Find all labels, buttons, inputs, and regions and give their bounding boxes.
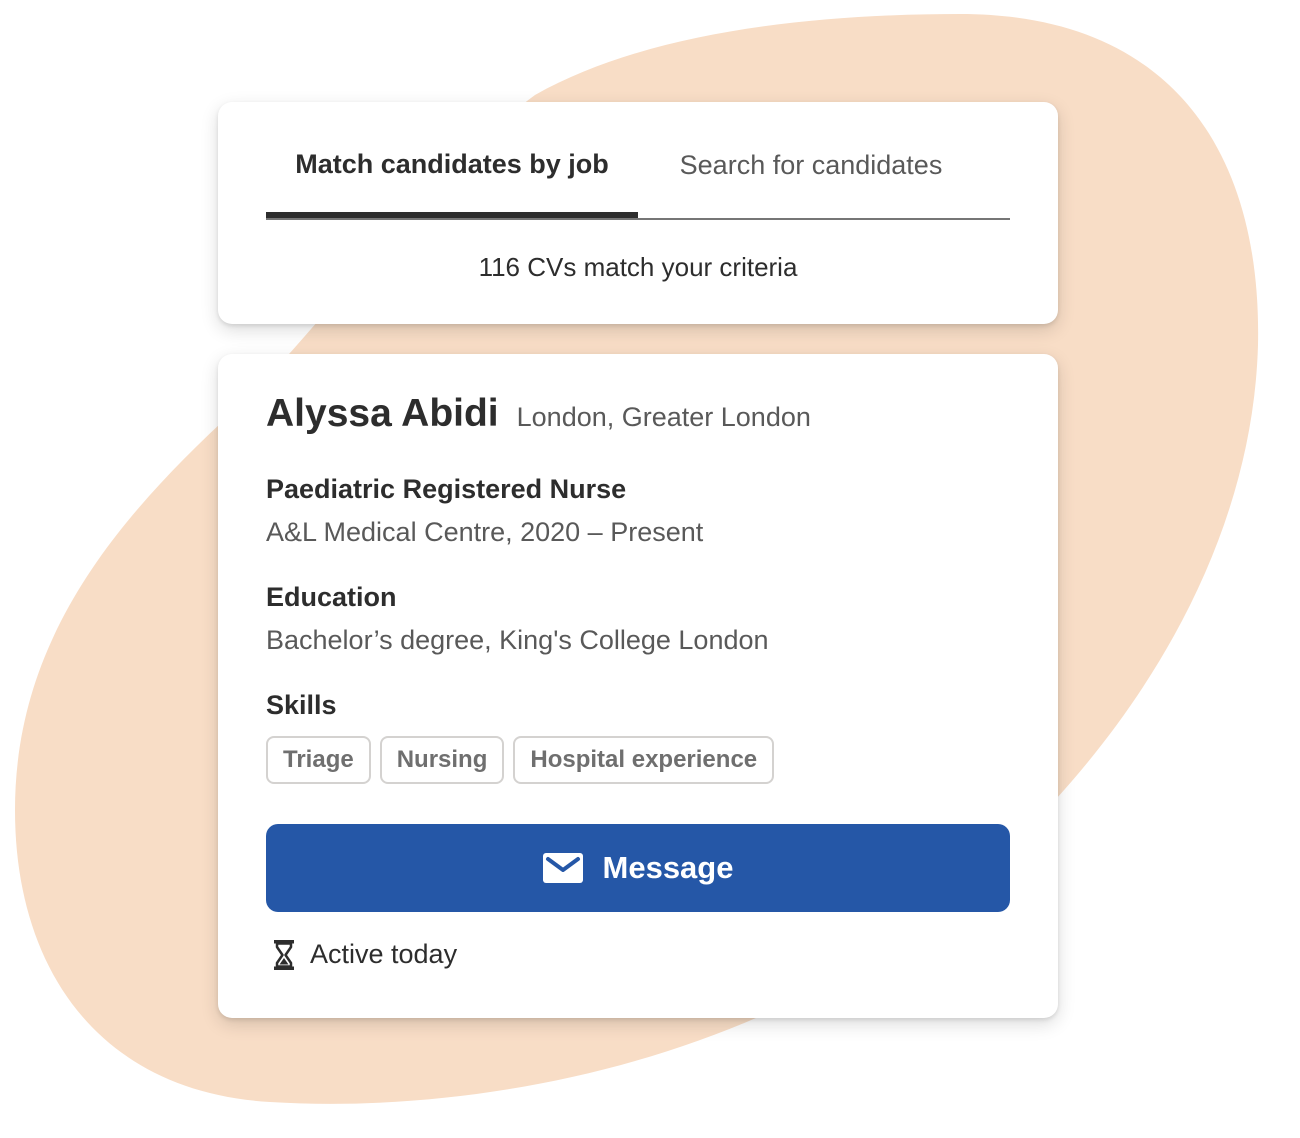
skills-list: Triage Nursing Hospital experience <box>266 736 775 784</box>
candidate-header: Alyssa Abidi London, Greater London <box>266 392 811 436</box>
mail-icon <box>542 853 583 883</box>
hourglass-icon <box>274 939 294 970</box>
candidate-card: Alyssa Abidi London, Greater London Paed… <box>218 354 1058 1018</box>
tab-match-by-job[interactable]: Match candidates by job <box>266 102 638 218</box>
candidate-location: London, Greater London <box>516 402 811 432</box>
match-count-text: 116 CVs match your criteria <box>478 252 798 282</box>
message-button-label: Message <box>602 850 734 885</box>
skills-heading: Skills <box>266 690 337 720</box>
job-title: Paediatric Registered Nurse <box>266 474 627 504</box>
search-tabs: Match candidates by job Search for candi… <box>266 102 1010 220</box>
skill-chip: Triage <box>266 736 371 784</box>
activity-status: Active today <box>274 939 457 970</box>
job-detail: A&L Medical Centre, 2020 – Present <box>266 517 704 547</box>
tab-search-candidates[interactable]: Search for candidates <box>638 102 984 218</box>
education-heading: Education <box>266 582 397 612</box>
activity-label: Active today <box>310 939 458 969</box>
skill-chip: Hospital experience <box>513 736 775 784</box>
message-button[interactable]: Message <box>266 824 1010 912</box>
candidate-name[interactable]: Alyssa Abidi <box>266 392 499 436</box>
education-detail: Bachelor’s degree, King's College London <box>266 625 769 655</box>
candidate-search-card: Match candidates by job Search for candi… <box>218 102 1058 324</box>
skill-chip: Nursing <box>379 736 505 784</box>
